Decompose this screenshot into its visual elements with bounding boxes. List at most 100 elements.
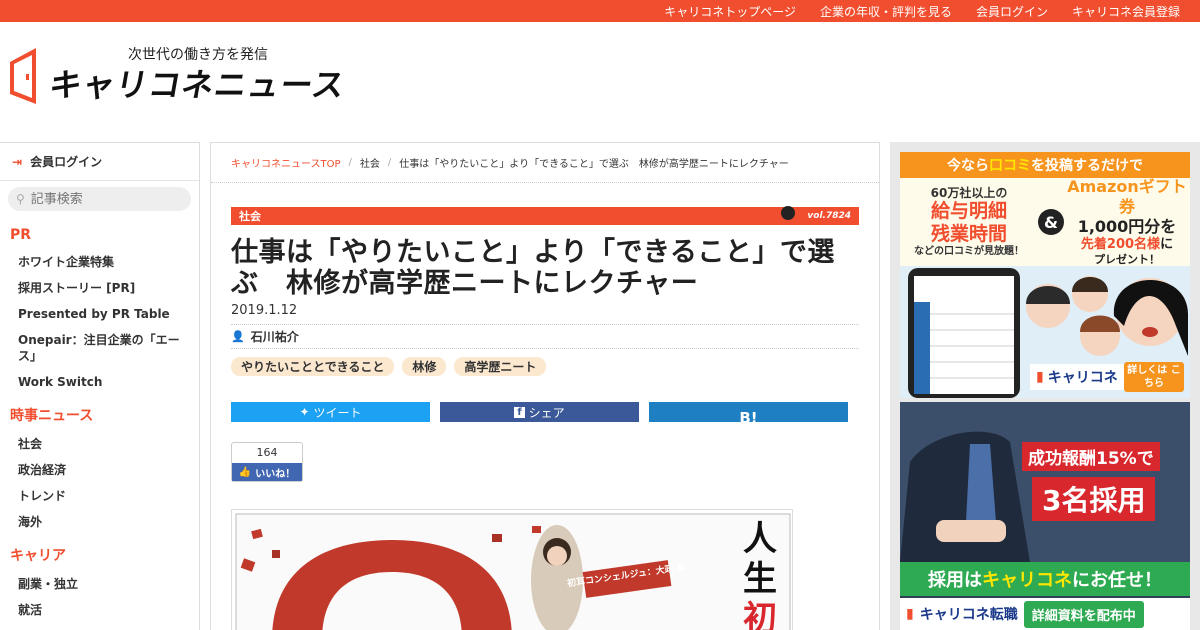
author-name: 石川祐介 bbox=[250, 330, 299, 344]
sidebar-item-side-job[interactable]: 副業・独立 bbox=[0, 571, 199, 597]
thumbs-up-icon: 👍 bbox=[238, 466, 252, 478]
left-sidebar: ⇥ 会員ログイン ⚲ PR ホワイト企業特集 採用ストーリー [PR] Pres… bbox=[0, 142, 200, 630]
site-logo-text: キャリコネニュース bbox=[46, 66, 349, 104]
search-box: ⚲ bbox=[8, 187, 191, 211]
sidebar-login-label: 会員ログイン bbox=[30, 155, 103, 169]
tag-item[interactable]: 高学歴ニート bbox=[454, 357, 547, 376]
sidebar-item-overseas[interactable]: 海外 bbox=[0, 509, 199, 535]
ad1-brand-logo: ▮ キャリコネ bbox=[1030, 364, 1124, 390]
tag-item[interactable]: 林修 bbox=[402, 357, 447, 376]
breadcrumb-separator: / bbox=[348, 157, 352, 168]
ad2-banner-pre: 採用は bbox=[928, 570, 982, 591]
top-bar: キャリコネトップページ 企業の年収・評判を見る 会員ログイン キャリコネ会員登録 bbox=[0, 0, 1200, 22]
ad1-condition: 先着200名様に bbox=[1064, 237, 1190, 253]
facebook-like-widget: 164 👍 いいね！ bbox=[231, 442, 303, 482]
sidebar-item-onepair[interactable]: Onepair：注目企業の「エース」 bbox=[0, 327, 199, 369]
ad2-banner-highlight: キャリコネ bbox=[982, 570, 1072, 591]
sidebar-item-white-companies[interactable]: ホワイト企業特集 bbox=[0, 249, 199, 275]
ad1-left: 60万社以上の 給与明細 残業時間 などの口コミが見放題！ bbox=[900, 186, 1038, 258]
breadcrumb-category[interactable]: 社会 bbox=[360, 155, 380, 170]
ad2-line-2: 3名採用 bbox=[1032, 477, 1156, 521]
tag-list: やりたいこととできること 林修 高学歴ニート bbox=[231, 357, 859, 376]
breadcrumb-separator: / bbox=[387, 157, 392, 168]
ad1-more-button[interactable]: 詳しくは こちら bbox=[1124, 362, 1184, 392]
ad1-condition-post: に bbox=[1160, 237, 1174, 252]
ad1-headline-highlight: 口コミ bbox=[989, 158, 1031, 174]
breadcrumb: キャリコネニュースTOP / 社会 / 仕事は「やりたいこと」より「できること」… bbox=[211, 143, 879, 183]
sidebar-item-pr-table[interactable]: Presented by PR Table bbox=[0, 301, 199, 327]
category-label[interactable]: 社会 bbox=[239, 208, 261, 224]
ad1-left-big-2: 残業時間 bbox=[930, 223, 1007, 246]
ad1-headline: 今なら 口コミ を投稿するだけで bbox=[900, 152, 1190, 178]
ad2-banner: 採用は キャリコネ にお任せ！ bbox=[900, 562, 1190, 596]
twitter-bird-icon: ✦ bbox=[299, 405, 310, 419]
login-icon: ⇥ bbox=[12, 154, 23, 169]
ad1-left-big-1: 給与明細 bbox=[930, 200, 1007, 223]
review-campaign-ad[interactable]: 今なら 口コミ を投稿するだけで 60万社以上の 給与明細 残業時間 などの口コミが… bbox=[900, 152, 1190, 398]
sidebar-item-job-hunting[interactable]: 就活 bbox=[0, 597, 199, 623]
ad2-logo: キャリコネ転職 bbox=[919, 607, 1018, 623]
sidebar-item-work-switch[interactable]: Work Switch bbox=[0, 369, 199, 395]
ad2-banner-post: にお任せ！ bbox=[1072, 570, 1162, 591]
sidebar-section-career: キャリア bbox=[10, 548, 66, 564]
breadcrumb-home[interactable]: キャリコネニュースTOP bbox=[231, 155, 341, 170]
main-content: キャリコネニュースTOP / 社会 / 仕事は「やりたいこと」より「できること」… bbox=[210, 142, 880, 630]
share-label: シェア bbox=[528, 405, 565, 420]
recruit-service-ad[interactable]: 成功報酬15%で 3名採用 採用は キャリコネ にお任せ！ ▮ キャリコネ転職 詳細… bbox=[900, 402, 1190, 630]
ad1-condition-highlight: 先着200名様 bbox=[1080, 237, 1161, 252]
ampersand-icon: & bbox=[1038, 209, 1064, 235]
volume-label: vol.7824 bbox=[781, 206, 851, 221]
ad1-amount: 1,000円分を bbox=[1077, 217, 1177, 236]
breadcrumb-current: 仕事は「やりたいこと」より「できること」で選ぶ 林修が高学歴ニートにレクチャー bbox=[399, 159, 789, 170]
hero-vertical-text-2: 生 bbox=[743, 559, 777, 599]
article: 社会 vol.7824 仕事は「やりたいこと」より「できること」で選ぶ 林修が高… bbox=[231, 206, 859, 482]
top-link-register[interactable]: キャリコネ会員登録 bbox=[1072, 3, 1180, 20]
ad1-brand: Amazonギフト券 bbox=[1067, 177, 1187, 216]
facebook-icon: f bbox=[514, 406, 525, 418]
like-count: 164 bbox=[256, 446, 278, 459]
sidebar-item-politics[interactable]: 政治経済 bbox=[0, 457, 199, 483]
ad2-footer: ▮ キャリコネ転職 詳細資料を配布中 bbox=[900, 598, 1190, 630]
top-link-home[interactable]: キャリコネトップページ bbox=[664, 3, 796, 20]
article-author[interactable]: 👤 石川祐介 bbox=[231, 325, 859, 349]
sidebar-item-trend[interactable]: トレンド bbox=[0, 483, 199, 509]
ad2-headline: 成功報酬15%で 3名採用 bbox=[1022, 442, 1170, 522]
search-input[interactable] bbox=[30, 191, 181, 207]
ad2-line-1: 成功報酬15%で bbox=[1022, 442, 1160, 471]
ad1-logo-text: キャリコネ bbox=[1047, 370, 1118, 386]
hero-vertical-text-3: 初 bbox=[743, 599, 777, 630]
article-title: 仕事は「やりたいこと」より「できること」で選ぶ 林修が高学歴ニートにレクチャー bbox=[231, 237, 835, 299]
top-link-login[interactable]: 会員ログイン bbox=[976, 3, 1048, 20]
hero-vertical-text-1: 人 bbox=[743, 519, 777, 559]
sidebar-login-link[interactable]: ⇥ 会員ログイン bbox=[0, 143, 199, 181]
sidebar-section-news: 時事ニュース bbox=[10, 408, 94, 424]
hatena-bookmark-button[interactable]: B! bbox=[649, 402, 848, 422]
top-link-companies[interactable]: 企業の年収・評判を見る bbox=[820, 3, 952, 20]
article-date: 2019.1.12 bbox=[231, 303, 859, 325]
tweet-button[interactable]: ✦ ツイート bbox=[231, 402, 430, 422]
sidebar-item-recruit-story[interactable]: 採用ストーリー [PR] bbox=[0, 275, 199, 301]
ad1-body: 60万社以上の 給与明細 残業時間 などの口コミが見放題！ & Amazonギフ… bbox=[900, 177, 1190, 267]
facebook-share-button[interactable]: f シェア bbox=[440, 402, 639, 422]
tag-item[interactable]: やりたいこととできること bbox=[231, 357, 395, 376]
volume-dot-icon bbox=[781, 206, 796, 220]
ad1-present: プレゼント！ bbox=[1094, 253, 1160, 267]
tweet-label: ツイート bbox=[313, 405, 362, 420]
ad1-right: Amazonギフト券 1,000円分を 先着200名様に プレゼント！ bbox=[1064, 177, 1190, 267]
search-icon: ⚲ bbox=[16, 192, 25, 206]
person-icon: 👤 bbox=[231, 330, 245, 343]
like-label: いいね！ bbox=[255, 468, 296, 480]
category-bar: 社会 vol.7824 bbox=[231, 206, 859, 225]
article-hero-image: 初耳コンシェルジュ：大政 絢 人 生 初 bbox=[231, 509, 793, 630]
share-buttons: ✦ ツイート f シェア B! bbox=[231, 402, 859, 422]
like-button[interactable]: 👍 いいね！ bbox=[232, 463, 302, 481]
ad2-cta-button[interactable]: 詳細資料を配布中 bbox=[1023, 600, 1144, 628]
top-links: キャリコネトップページ 企業の年収・評判を見る 会員ログイン キャリコネ会員登録 bbox=[664, 0, 1180, 22]
ad1-left-small-2: などの口コミが見放題！ bbox=[914, 245, 1024, 257]
ad1-headline-post: を投稿するだけで bbox=[1031, 158, 1143, 174]
sidebar-section-pr: PR bbox=[10, 227, 32, 243]
sidebar-item-society[interactable]: 社会 bbox=[0, 431, 199, 457]
ad1-left-small: 60万社以上の bbox=[930, 186, 1008, 200]
volume-number: vol.7824 bbox=[807, 211, 851, 221]
careerconnection-logo-icon: ▮ bbox=[1036, 369, 1044, 385]
